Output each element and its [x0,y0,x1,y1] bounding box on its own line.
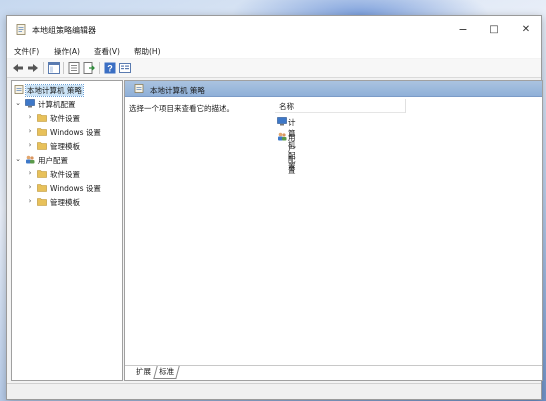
toolbar: ? [7,59,541,78]
tree-pane: 本地计算机 策略 ⌄ 计算机配置 › 软件设置 › Windows 设置 › 管… [11,80,123,381]
folder-icon [37,142,47,150]
menu-help[interactable]: 帮助(H) [134,46,161,57]
minimize-button[interactable]: − [454,22,472,38]
content-pane: 本地计算机 策略 选择一个项目来查看它的描述。 名称 计算机配置 用户配置 扩展 [124,80,543,381]
folder-icon [37,114,47,122]
tree-label: 本地计算机 策略 [25,84,84,97]
tab-extended[interactable]: 扩展 [133,366,154,378]
policy-document-icon [134,84,144,93]
chevron-right-icon[interactable]: › [26,127,34,135]
chevron-right-icon[interactable]: › [26,113,34,121]
policy-document-icon [14,85,24,94]
chevron-right-icon[interactable]: › [26,169,34,177]
description-text: 选择一个项目来查看它的描述。 [129,104,234,113]
chevron-down-icon[interactable]: ⌄ [14,155,22,163]
menu-view[interactable]: 查看(V) [94,46,120,57]
window-title: 本地组策略编辑器 [32,26,96,35]
toolbar-separator [63,62,64,74]
properties-icon[interactable] [68,62,80,74]
chevron-right-icon[interactable]: › [26,183,34,191]
chevron-right-icon[interactable]: › [26,141,34,149]
folder-icon [37,170,47,178]
show-tree-icon[interactable] [48,62,60,74]
column-header-label: 名称 [279,102,294,111]
view-icon[interactable] [119,62,131,74]
tree-label: 管理模板 [50,142,80,151]
tree-label: Windows 设置 [50,128,101,137]
content-header: 本地计算机 策略 [125,81,542,97]
menu-file[interactable]: 文件(F) [14,46,39,57]
tree-label: 软件设置 [50,114,80,123]
tree-label: 管理模板 [50,198,80,207]
users-icon [278,132,287,141]
help-icon[interactable]: ? [104,62,116,74]
tree-label: Windows 设置 [50,184,101,193]
content-header-title: 本地计算机 策略 [150,86,205,95]
chevron-down-icon[interactable]: ⌄ [14,99,22,107]
tree-label: 软件设置 [50,170,80,179]
view-tabs: 扩展 标准 [125,365,542,380]
computer-icon [277,117,287,126]
column-divider[interactable] [405,99,406,113]
computer-icon [25,99,35,108]
toolbar-separator [43,62,44,74]
menu-action[interactable]: 操作(A) [54,46,80,57]
list-item-label: 用户配置 [288,133,296,175]
folder-icon [37,184,47,192]
policy-editor-icon [16,24,26,35]
forward-icon[interactable] [27,62,39,74]
users-icon [26,155,35,164]
export-icon[interactable] [83,62,95,74]
svg-text:?: ? [107,64,113,74]
tab-standard-label: 标准 [159,367,175,376]
column-header-name[interactable]: 名称 [275,100,405,113]
status-bar [7,383,541,399]
folder-icon [37,128,47,136]
title-bar: 本地组策略编辑器 − □ ✕ [7,16,541,44]
chevron-right-icon[interactable]: › [26,197,34,205]
toolbar-separator [99,62,100,74]
tree-label: 计算机配置 [38,100,76,109]
gpedit-window: 本地组策略编辑器 − □ ✕ 文件(F) 操作(A) 查看(V) 帮助(H) ?… [6,15,543,400]
tab-standard[interactable]: 标准 [153,366,180,379]
folder-icon [37,198,47,206]
tree-label: 用户配置 [38,156,68,165]
menu-bar: 文件(F) 操作(A) 查看(V) 帮助(H) [7,44,541,58]
maximize-button[interactable]: □ [485,22,503,38]
close-button[interactable]: ✕ [517,22,535,38]
back-icon[interactable] [12,62,24,74]
